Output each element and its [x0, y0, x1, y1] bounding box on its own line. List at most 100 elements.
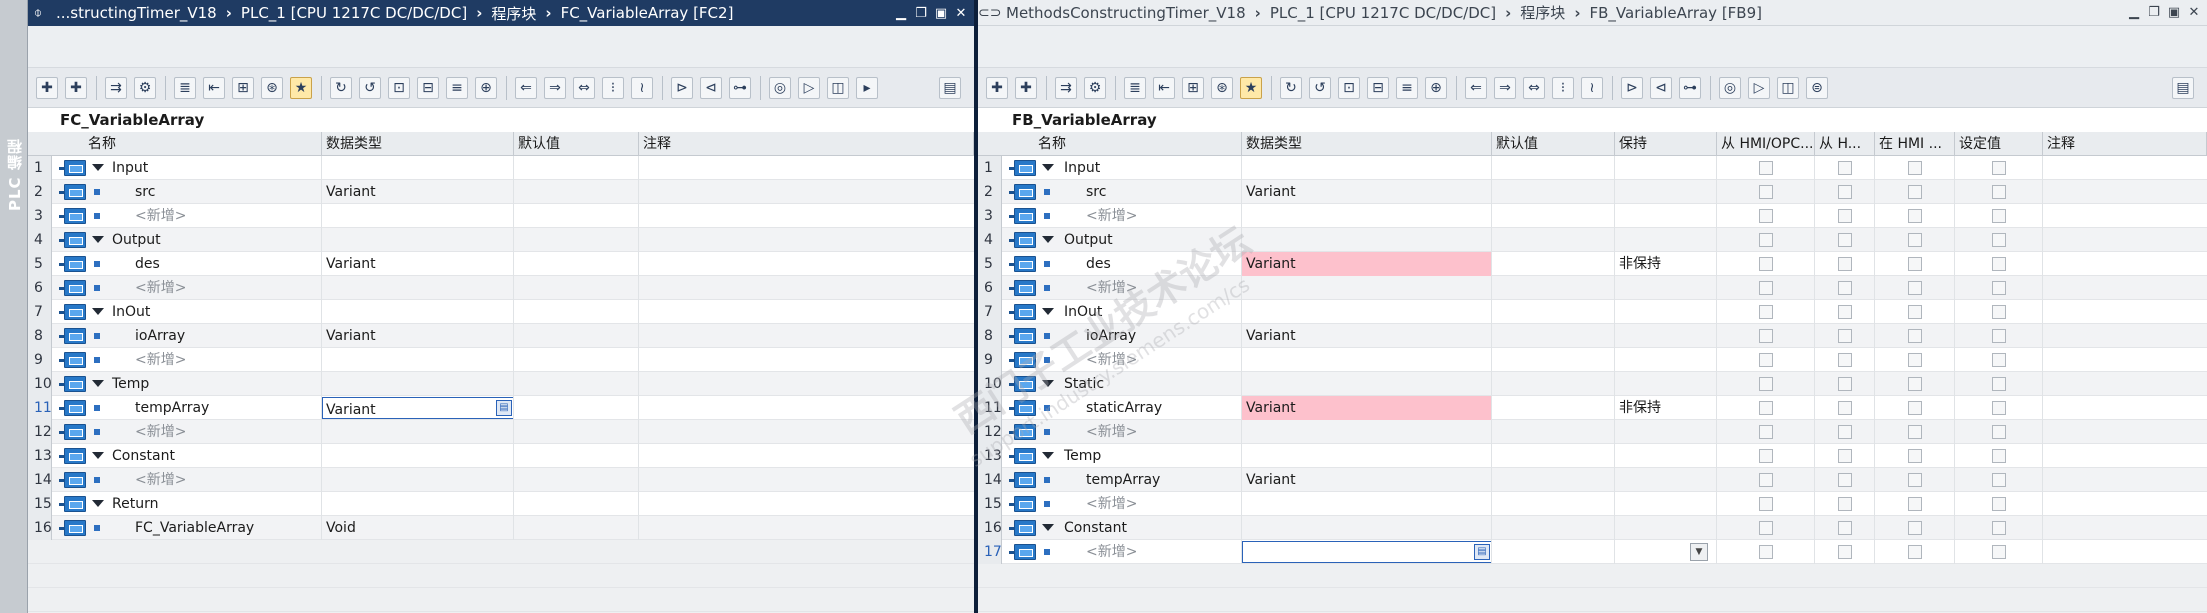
add-new-placeholder[interactable]: <新增> [1086, 348, 1137, 372]
retain-cell[interactable] [1615, 276, 1717, 300]
default-value-cell[interactable] [514, 492, 639, 516]
column-header-7[interactable]: 在 HMI ... [1875, 132, 1955, 156]
breadcrumb-program-blocks[interactable]: 程序块 [491, 3, 536, 24]
default-value-cell[interactable] [514, 348, 639, 372]
data-type-cell[interactable] [322, 348, 514, 372]
toolbar-tool-4-icon[interactable]: ⚙ [134, 76, 156, 99]
float-icon[interactable]: ❐ [912, 4, 930, 22]
default-value-cell[interactable] [514, 252, 639, 276]
comment-cell[interactable] [2043, 156, 2207, 180]
option-checkbox[interactable] [1759, 185, 1773, 199]
retain-cell[interactable] [1615, 420, 1717, 444]
breadcrumb-project[interactable]: ...structingTimer_V18 [56, 4, 217, 22]
param-name[interactable]: Input [1064, 156, 1100, 180]
retain-cell[interactable] [1615, 492, 1717, 516]
toolbar-tool-5-icon[interactable]: ≣ [1124, 76, 1146, 99]
comment-cell[interactable] [2043, 300, 2207, 324]
add-new-placeholder[interactable]: <新增> [1086, 204, 1137, 228]
option-checkbox[interactable] [1759, 497, 1773, 511]
option-checkbox[interactable] [1908, 209, 1922, 223]
option-checkbox[interactable] [1992, 401, 2006, 415]
comment-cell[interactable] [2043, 468, 2207, 492]
option-checkbox[interactable] [1992, 521, 2006, 535]
add-new-placeholder[interactable]: <新增> [135, 468, 186, 492]
option-checkbox[interactable] [1759, 449, 1773, 463]
toolbar-tool-12-icon[interactable]: ⊡ [1338, 76, 1360, 99]
option-checkbox[interactable] [1838, 449, 1852, 463]
comment-cell[interactable] [2043, 180, 2207, 204]
breadcrumb-plc[interactable]: PLC_1 [CPU 1217C DC/DC/DC] [1270, 4, 1496, 22]
default-value-cell[interactable] [1492, 540, 1615, 564]
toolbar-tool-7-icon[interactable]: ⊞ [232, 76, 254, 99]
data-type-editor[interactable]: Variant ▤ [322, 397, 513, 419]
toolbar-tool-17-icon[interactable]: ⇒ [544, 76, 566, 99]
param-name[interactable]: des [135, 252, 160, 276]
table-row[interactable]: 11 staticArray Variant 非保持 [978, 396, 2207, 420]
name-cell[interactable] [84, 468, 322, 492]
table-row[interactable]: 1 Input [978, 156, 2207, 180]
table-row[interactable]: 11 tempArray Variant ▤ [28, 396, 974, 420]
default-value-cell[interactable] [1492, 228, 1615, 252]
collapse-triangle-icon[interactable] [1042, 380, 1054, 387]
comment-cell[interactable] [639, 492, 974, 516]
table-row[interactable]: 17 <新增> ▤ ▼ [978, 540, 2207, 564]
default-value-cell[interactable] [514, 372, 639, 396]
table-row[interactable]: 8 ioArray Variant [28, 324, 974, 348]
option-checkbox[interactable] [1759, 353, 1773, 367]
data-type-cell[interactable]: Variant [322, 324, 514, 348]
toolbar-tool-8-icon[interactable]: ⊛ [1211, 76, 1233, 99]
column-header-4[interactable]: 注释 [639, 132, 974, 156]
table-row[interactable]: 16 Constant [978, 516, 2207, 540]
comment-cell[interactable] [2043, 204, 2207, 228]
toolbar-tool-13-icon[interactable]: ⊟ [1367, 76, 1389, 99]
option-checkbox[interactable] [1838, 377, 1852, 391]
option-checkbox[interactable] [1759, 425, 1773, 439]
option-checkbox[interactable] [1838, 401, 1852, 415]
option-checkbox[interactable] [1992, 305, 2006, 319]
toolbar-tool-24-icon[interactable]: ◎ [769, 76, 791, 99]
option-checkbox[interactable] [1838, 521, 1852, 535]
default-value-cell[interactable] [1492, 252, 1615, 276]
toolbar-tool-22-icon[interactable]: ⊲ [700, 76, 722, 99]
add-new-placeholder[interactable]: <新增> [135, 420, 186, 444]
param-name[interactable]: InOut [1064, 300, 1102, 324]
toolbar-tool-15-icon[interactable]: ⊕ [1425, 76, 1447, 99]
toolbar-tool-7-icon[interactable]: ⊞ [1182, 76, 1204, 99]
data-type-cell[interactable] [1242, 204, 1492, 228]
column-header-3[interactable]: 默认值 [1492, 132, 1615, 156]
name-cell[interactable] [84, 276, 322, 300]
table-row[interactable]: 16 FC_VariableArray Void [28, 516, 974, 540]
name-cell[interactable] [1034, 492, 1242, 516]
default-value-cell[interactable] [514, 276, 639, 300]
name-cell[interactable] [84, 204, 322, 228]
name-cell[interactable] [1034, 252, 1242, 276]
default-value-cell[interactable] [1492, 420, 1615, 444]
column-header-4[interactable]: 保持 [1615, 132, 1717, 156]
table-row[interactable]: 13 Temp [978, 444, 2207, 468]
option-checkbox[interactable] [1908, 185, 1922, 199]
option-checkbox[interactable] [1992, 185, 2006, 199]
name-cell[interactable] [1034, 540, 1242, 564]
name-cell[interactable] [1034, 324, 1242, 348]
toolbar-tool-20-icon[interactable]: ≀ [1581, 76, 1603, 99]
plc-programming-side-tab[interactable]: PLC 编程 [0, 0, 28, 613]
comment-cell[interactable] [639, 396, 974, 420]
toolbar-tool-20-icon[interactable]: ≀ [631, 76, 653, 99]
data-type-cell[interactable] [1242, 300, 1492, 324]
comment-cell[interactable] [2043, 372, 2207, 396]
breadcrumb-block[interactable]: FB_VariableArray [FB9] [1590, 4, 1763, 22]
close-icon[interactable]: ✕ [2185, 4, 2203, 22]
table-row[interactable]: 2 src Variant [28, 180, 974, 204]
option-checkbox[interactable] [1992, 353, 2006, 367]
default-value-cell[interactable] [514, 444, 639, 468]
toolbar-tool-13-icon[interactable]: ⊟ [417, 76, 439, 99]
retain-cell[interactable] [1615, 468, 1717, 492]
comment-cell[interactable] [639, 420, 974, 444]
toolbar-tool-24-icon[interactable]: ◎ [1719, 76, 1741, 99]
option-checkbox[interactable] [1838, 257, 1852, 271]
option-checkbox[interactable] [1759, 329, 1773, 343]
param-name[interactable]: src [1086, 180, 1106, 204]
table-row[interactable]: 4 Output [28, 228, 974, 252]
comment-cell[interactable] [639, 180, 974, 204]
option-checkbox[interactable] [1992, 497, 2006, 511]
